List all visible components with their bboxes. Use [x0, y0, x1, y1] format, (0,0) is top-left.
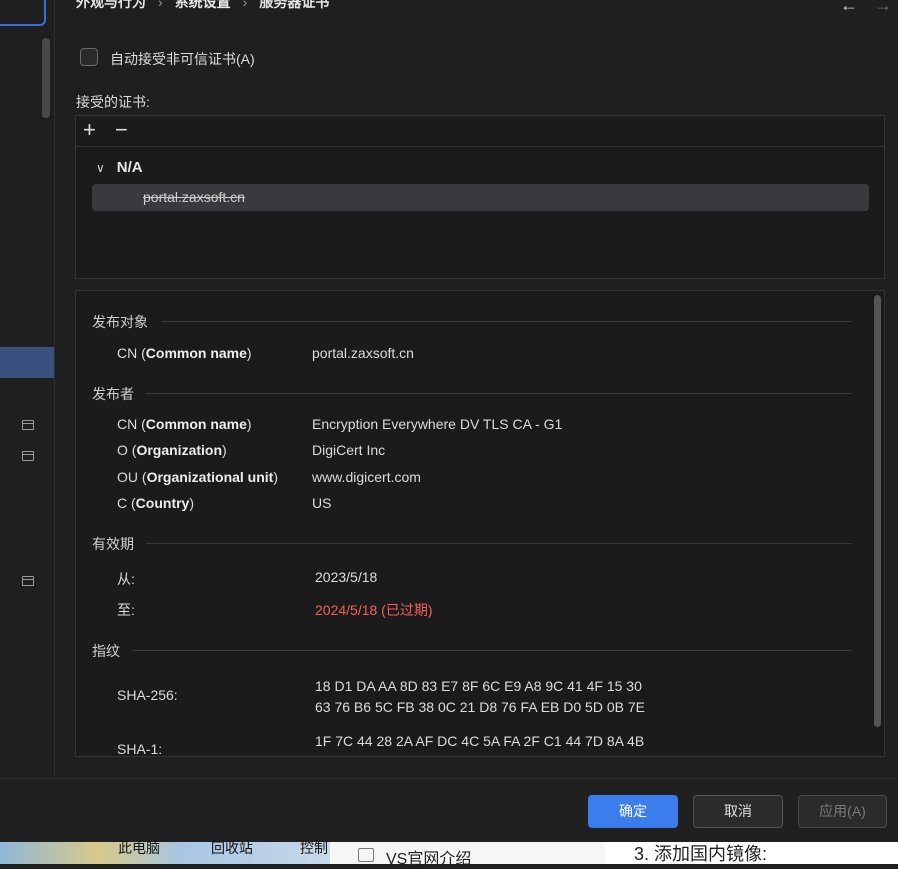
field-key: C (Country): [117, 495, 195, 511]
desktop-wallpaper: [0, 842, 330, 864]
field-key: CN (Common name): [117, 345, 252, 361]
forward-arrow-icon[interactable]: →: [874, 0, 892, 16]
breadcrumb-item[interactable]: 系统设置: [175, 0, 231, 10]
section-divider: [162, 321, 852, 322]
field-key: O (Organization): [117, 442, 227, 458]
field-value: US: [312, 495, 332, 511]
field-key: OU (Organizational unit): [117, 469, 279, 485]
page-icon[interactable]: [22, 420, 34, 430]
section-title-fingerprint: 指纹: [92, 643, 120, 659]
auto-accept-checkbox[interactable]: [80, 48, 98, 66]
sidebar-scrollbar[interactable]: [42, 38, 50, 118]
section-title-issuer: 发布者: [92, 386, 134, 402]
ok-button[interactable]: 确定: [588, 795, 678, 828]
sha256-label: SHA-256:: [117, 687, 178, 703]
valid-from-label: 从:: [117, 571, 135, 587]
field-value: DigiCert Inc: [312, 442, 386, 458]
breadcrumb-item[interactable]: 外观与行为: [76, 0, 146, 10]
valid-to-value: 2024/5/18 (已过期): [315, 602, 433, 618]
doc-icon: [358, 848, 374, 862]
sha256-line: 63 76 B6 5C FB 38 0C 21 D8 76 FA EB D0 5…: [315, 699, 645, 715]
section-divider: [146, 543, 852, 544]
doc-outline-item[interactable]: VS官网介绍: [386, 845, 471, 869]
remove-icon[interactable]: −: [115, 119, 128, 141]
doc-heading: 3. 添加国内镜像:: [634, 844, 768, 864]
details-scrollbar[interactable]: [874, 295, 881, 727]
cert-group[interactable]: ∨ N/A: [96, 159, 143, 176]
valid-from-value: 2023/5/18: [315, 569, 378, 585]
desktop-icon-label[interactable]: 回收站: [211, 838, 253, 858]
field-value: portal.zaxsoft.cn: [312, 345, 414, 361]
breadcrumb-item: 服务器证书: [259, 0, 330, 10]
cert-group-label: N/A: [116, 159, 143, 176]
page-icon[interactable]: [22, 451, 34, 461]
sidebar-search-box[interactable]: [0, 0, 46, 26]
section-divider: [146, 393, 852, 394]
valid-to-label: 至:: [117, 602, 135, 618]
sha1-line: 1F 7C 44 28 2A AF DC 4C 5A FA 2F C1 44 7…: [315, 733, 645, 749]
auto-accept-label[interactable]: 自动接受非可信证书(A): [110, 49, 255, 69]
page-icon[interactable]: [22, 576, 34, 586]
sha256-line: 18 D1 DA AA 8D 83 E7 8F 6C E9 A8 9C 41 4…: [315, 678, 642, 694]
breadcrumb: 外观与行为 › 系统设置 › 服务器证书: [76, 0, 329, 12]
section-title-validity: 有效期: [92, 536, 134, 552]
field-value: www.digicert.com: [312, 469, 421, 485]
accepted-certs-label: 接受的证书:: [76, 94, 150, 110]
cert-list-item[interactable]: portal.zaxsoft.cn: [92, 184, 869, 211]
sidebar-item-selected[interactable]: [0, 347, 54, 378]
section-title-subject: 发布对象: [92, 314, 148, 330]
back-arrow-icon[interactable]: ←: [840, 0, 858, 16]
desktop-icon-label[interactable]: 此电脑: [118, 838, 160, 858]
field-value: Encryption Everywhere DV TLS CA - G1: [312, 416, 563, 432]
sha1-label: SHA-1:: [117, 741, 163, 757]
desktop-icon-label[interactable]: 控制: [300, 838, 328, 858]
chevron-down-icon[interactable]: ∨: [96, 161, 105, 175]
chevron-right-icon: ›: [242, 0, 248, 10]
cert-item-label: portal.zaxsoft.cn: [143, 189, 245, 205]
chevron-right-icon: ›: [158, 0, 163, 10]
toolbar-divider: [76, 146, 884, 147]
cancel-button[interactable]: 取消: [693, 795, 783, 828]
field-key: CN (Common name): [117, 416, 252, 432]
add-icon[interactable]: +: [83, 119, 96, 141]
section-divider: [132, 650, 852, 651]
apply-button[interactable]: 应用(A): [798, 795, 887, 828]
